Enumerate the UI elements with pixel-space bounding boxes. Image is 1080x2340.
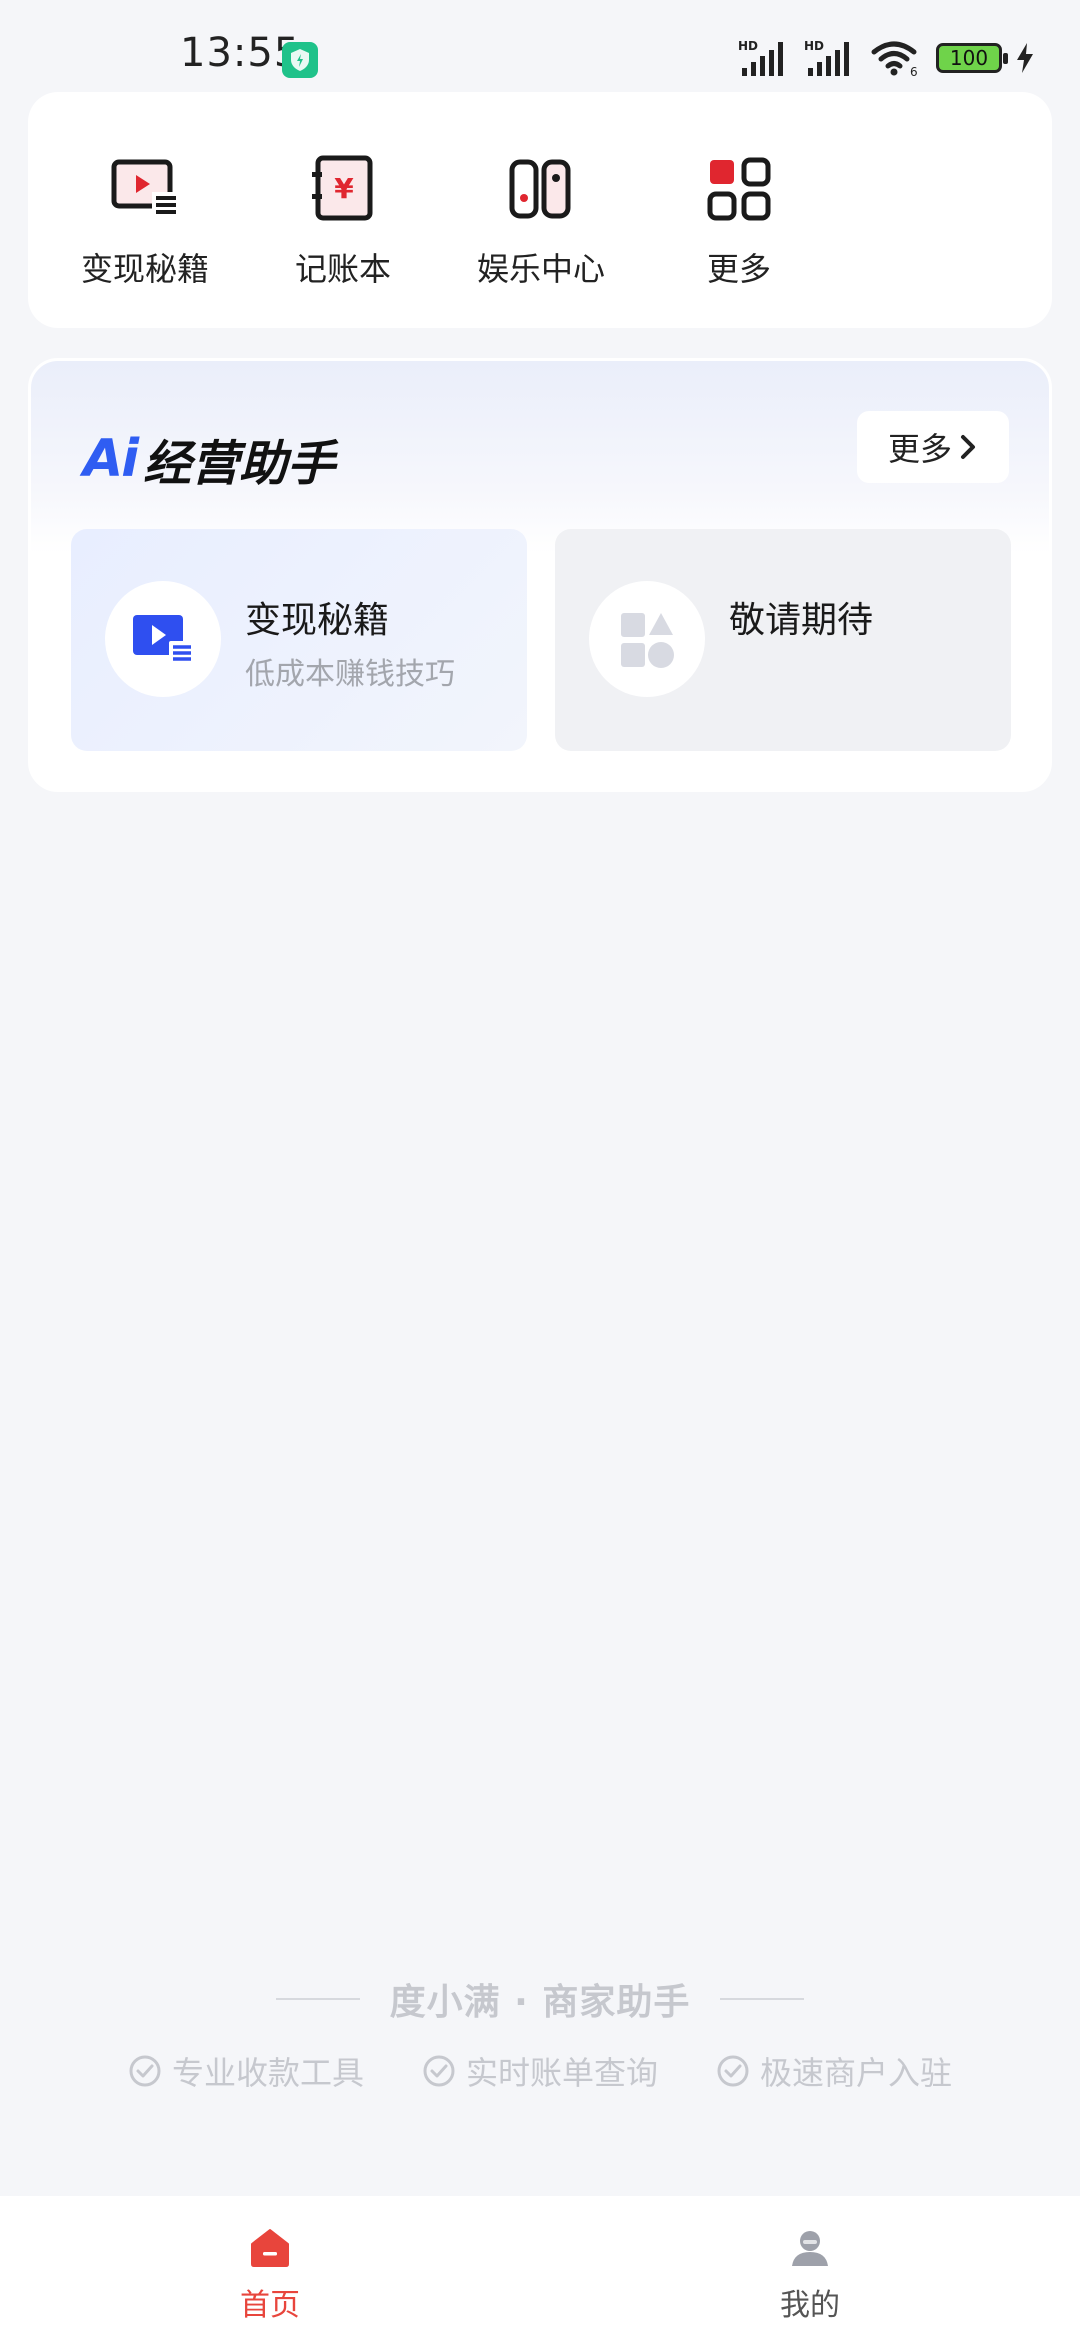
ledger-icon: ¥ (312, 155, 373, 221)
wifi-badge: 6 (910, 65, 918, 78)
quick-item-entertainment[interactable]: 娱乐中心 (456, 152, 626, 290)
quick-item-ledger[interactable]: ¥ 记账本 (258, 152, 428, 290)
network-label-1: HD (738, 39, 758, 53)
video-play-icon (133, 615, 193, 663)
chevron-right-icon (961, 435, 975, 459)
more-button[interactable]: 更多 (857, 411, 1009, 483)
game-controller-icon (509, 159, 571, 219)
brand-title: 度小满 · 商家助手 (389, 1982, 691, 2023)
quick-item-more[interactable]: 更多 (654, 152, 824, 290)
feature-icon-circle (105, 581, 221, 697)
more-button-label: 更多 (887, 430, 952, 468)
brand-feature: 极速商户入驻 (716, 2048, 952, 2094)
nav-profile[interactable]: 我的 (730, 2226, 890, 2324)
nav-home[interactable]: 首页 (190, 2226, 350, 2324)
divider (275, 1998, 360, 2000)
feature-card-coming-soon: 敬请期待 (555, 529, 1011, 751)
check-circle-icon (423, 2055, 455, 2087)
brand-feature-label: 专业收款工具 (171, 2054, 364, 2092)
signal-icon: HD (738, 39, 783, 76)
brand-feature: 专业收款工具 (128, 2048, 364, 2094)
home-icon (251, 2229, 289, 2267)
brand-features: 专业收款工具 实时账单查询 极速商户入驻 (0, 2046, 1080, 2096)
ai-assistant-card: Ai 经营助手 更多 变现秘籍 低成本赚钱技巧 敬请期待 (28, 358, 1052, 792)
brand-feature-label: 极速商户入驻 (760, 2054, 953, 2092)
quick-menu-card: 变现秘籍 ¥ 记账本 娱乐中心 更多 (28, 92, 1052, 328)
nav-profile-label: 我的 (780, 2288, 840, 2323)
brand-feature-label: 实时账单查询 (465, 2054, 658, 2092)
quick-item-label: 记账本 (294, 250, 391, 288)
divider (720, 1998, 805, 2000)
feature-subtitle: 低成本赚钱技巧 (245, 657, 455, 692)
quick-item-monetize[interactable]: 变现秘籍 (60, 152, 230, 290)
charging-icon (1017, 43, 1033, 73)
profile-icon (792, 2231, 828, 2266)
status-indicators: HD HD 6 100 (738, 36, 1034, 80)
check-circle-icon (717, 2055, 749, 2087)
feature-title: 变现秘籍 (245, 600, 390, 641)
feature-title: 敬请期待 (729, 600, 874, 641)
bottom-nav: 首页 我的 (0, 2196, 1080, 2340)
video-tutorial-icon (111, 159, 178, 214)
ai-assistant-heading: 经营助手 (143, 424, 344, 498)
feature-icon-circle (589, 581, 705, 697)
quick-item-label: 变现秘籍 (80, 250, 209, 288)
wifi-icon: 6 (871, 41, 918, 78)
shapes-icon (621, 613, 674, 668)
brand-feature: 实时账单查询 (422, 2048, 658, 2094)
feature-card-monetize[interactable]: 变现秘籍 低成本赚钱技巧 (71, 529, 527, 751)
grid-icon (707, 157, 771, 221)
signal-icon: HD (804, 39, 849, 76)
brand-line: 度小满 · 商家助手 (0, 1974, 1080, 2024)
ai-assistant-title: Ai 经营助手 (83, 419, 344, 499)
check-circle-icon (129, 2055, 161, 2087)
quick-item-label: 更多 (706, 250, 771, 288)
network-label-2: HD (804, 39, 824, 53)
quick-item-label: 娱乐中心 (476, 250, 605, 288)
svg-text:¥: ¥ (334, 172, 354, 205)
shield-icon (282, 42, 318, 78)
ai-logo: Ai (83, 429, 139, 489)
battery-indicator: 100 (936, 43, 1008, 73)
nav-home-label: 首页 (240, 2288, 300, 2323)
